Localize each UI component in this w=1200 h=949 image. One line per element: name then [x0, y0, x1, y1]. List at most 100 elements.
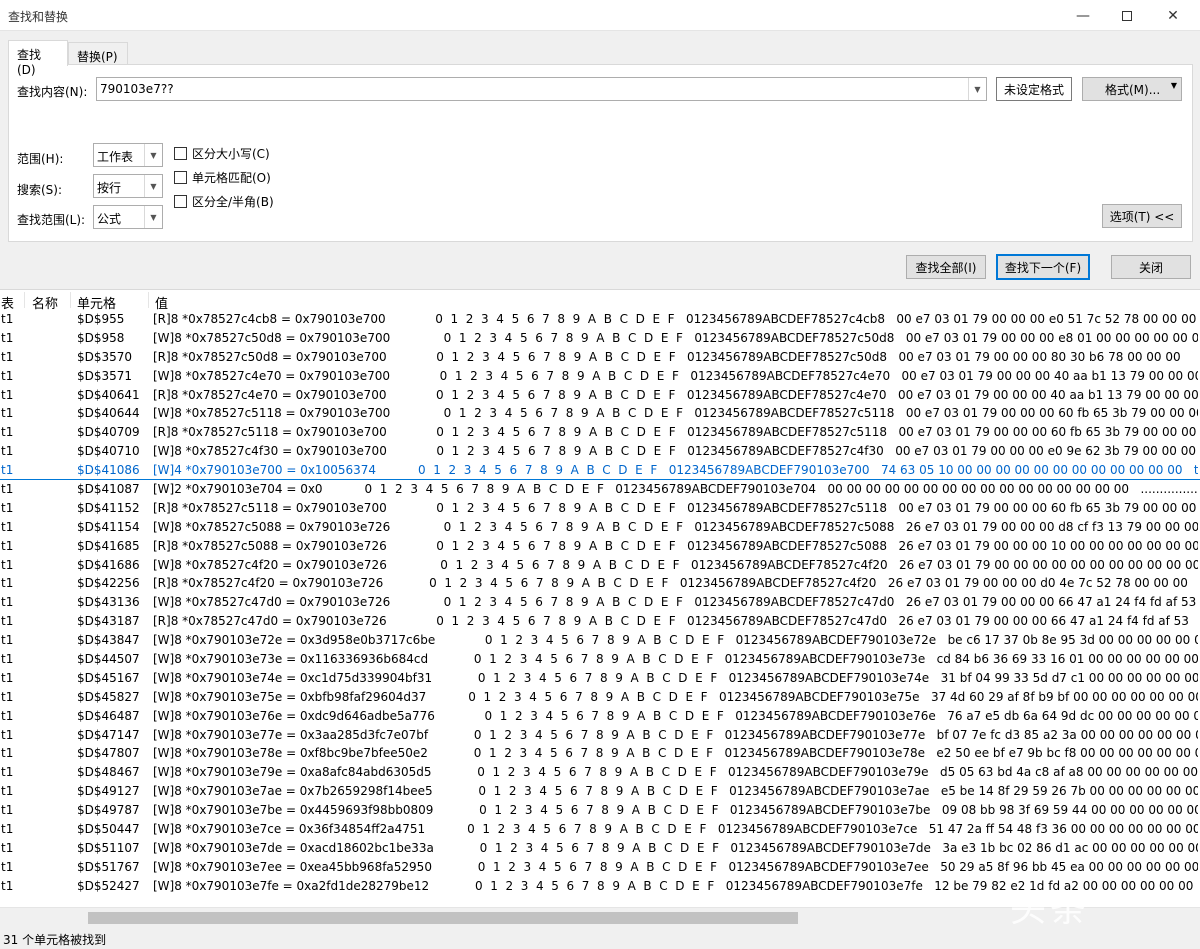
- cell-sheet: t1: [1, 557, 14, 572]
- cell-address: $D$49787: [77, 803, 140, 818]
- table-row[interactable]: t1 $D$43187 [R]8 *0x78527c47d0 = 0x790103e…: [0, 612, 1200, 631]
- table-row[interactable]: t1 $D$49787 [W]8 *0x790103e7be = 0x4459693…: [0, 801, 1200, 820]
- maximize-button[interactable]: [1104, 0, 1150, 31]
- table-row[interactable]: t1 $D$46487 [W]8 *0x790103e76e = 0xdc9d646…: [0, 707, 1200, 726]
- table-row[interactable]: t1 $D$41152 [R]8 *0x78527c5118 = 0x790103e…: [0, 499, 1200, 518]
- chevron-down-icon[interactable]: ▼: [144, 144, 162, 166]
- cell-value: [W]8 *0x78527c4f20 = 0x790103e726 0 1 2 …: [153, 557, 1198, 572]
- cell-sheet: t1: [1, 330, 14, 345]
- checkbox-box: [174, 195, 187, 208]
- cell-value: [W]8 *0x78527c4f30 = 0x790103e700 0 1 2 …: [153, 444, 1196, 459]
- find-all-button[interactable]: 查找全部(I): [906, 255, 986, 279]
- cell-value: [R]8 *0x78527c4f20 = 0x790103e726 0 1 2 …: [153, 576, 1198, 591]
- table-row[interactable]: t1 $D$44507 [W]8 *0x790103e73e = 0x1163369…: [0, 650, 1200, 669]
- cell-sheet: t1: [1, 878, 14, 893]
- cell-address: $D$42256: [77, 576, 140, 591]
- look-in-select[interactable]: 公式 ▼: [93, 205, 163, 229]
- cell-sheet: t1: [1, 595, 14, 610]
- table-row[interactable]: t1 $D$41087 [W]2 *0x790103e704 = 0x0 0 1 2…: [0, 480, 1200, 499]
- cell-sheet: t1: [1, 482, 14, 497]
- table-row[interactable]: t1 $D$51107 [W]8 *0x790103e7de = 0xacd1860…: [0, 839, 1200, 858]
- cell-value: [W]8 *0x790103e7ae = 0x7b2659298f14bee5 …: [153, 784, 1198, 799]
- close-button[interactable]: 关闭: [1111, 255, 1191, 279]
- cell-sheet: t1: [1, 387, 14, 402]
- chevron-down-icon[interactable]: ▼: [968, 78, 986, 100]
- table-row[interactable]: t1 $D$40644 [W]8 *0x78527c5118 = 0x790103e…: [0, 404, 1200, 423]
- cell-sheet: t1: [1, 406, 14, 421]
- minimize-button[interactable]: —: [1060, 0, 1106, 31]
- table-row[interactable]: t1 $D$41086 [W]4 *0x790103e700 = 0x1005637…: [0, 461, 1200, 481]
- cell-address: $D$47147: [77, 727, 140, 742]
- cell-address: $D$51767: [77, 859, 140, 874]
- find-what-input[interactable]: 790103e7?? ▼: [96, 77, 987, 101]
- format-button[interactable]: 格式(M)... ▼: [1082, 77, 1182, 101]
- dropdown-arrow-icon: ▼: [1170, 81, 1177, 90]
- cell-value: [W]8 *0x790103e7de = 0xacd18602bc1be33a …: [153, 840, 1198, 855]
- table-row[interactable]: t1 $D$48467 [W]8 *0x790103e79e = 0xa8afc84…: [0, 763, 1200, 782]
- cell-value: [W]8 *0x790103e74e = 0xc1d75d339904bf31 …: [153, 670, 1198, 685]
- table-row[interactable]: t1 $D$41685 [R]8 *0x78527c5088 = 0x790103e…: [0, 537, 1200, 556]
- cell-address: $D$40644: [77, 406, 140, 421]
- table-row[interactable]: t1 $D$43136 [W]8 *0x78527c47d0 = 0x790103e…: [0, 593, 1200, 612]
- cell-sheet: t1: [1, 368, 14, 383]
- table-row[interactable]: t1 $D$955 [R]8 *0x78527c4cb8 = 0x790103e70…: [0, 310, 1200, 329]
- tab-replace[interactable]: 替换(P): [68, 42, 128, 65]
- find-next-button[interactable]: 查找下一个(F): [996, 254, 1090, 280]
- minimize-icon: —: [1076, 7, 1090, 24]
- tab-find[interactable]: 查找(D): [8, 40, 68, 77]
- cell-value: [R]8 *0x78527c5118 = 0x790103e700 0 1 2 …: [153, 500, 1197, 515]
- cell-sheet: t1: [1, 765, 14, 780]
- table-row[interactable]: t1 $D$41154 [W]8 *0x78527c5088 = 0x790103e…: [0, 518, 1200, 537]
- find-panel: 查找内容(N): 790103e7?? ▼ 未设定格式 格式(M)... ▼ 范…: [8, 64, 1193, 242]
- cell-address: $D$50447: [77, 822, 140, 837]
- scope-value: 工作表: [97, 150, 134, 164]
- table-row[interactable]: t1 $D$40710 [W]8 *0x78527c4f30 = 0x790103e…: [0, 442, 1200, 461]
- table-row[interactable]: t1 $D$45827 [W]8 *0x790103e75e = 0xbfb98fa…: [0, 688, 1200, 707]
- table-row[interactable]: t1 $D$958 [W]8 *0x78527c50d8 = 0x790103e70…: [0, 329, 1200, 348]
- table-row[interactable]: t1 $D$42256 [R]8 *0x78527c4f20 = 0x790103e…: [0, 574, 1200, 593]
- table-row[interactable]: t1 $D$40709 [R]8 *0x78527c5118 = 0x790103e…: [0, 423, 1200, 442]
- options-toggle-button[interactable]: 选项(T) <<: [1102, 204, 1182, 228]
- table-row[interactable]: t1 $D$3570 [R]8 *0x78527c50d8 = 0x790103e7…: [0, 348, 1200, 367]
- cell-address: $D$47807: [77, 746, 140, 761]
- cell-value: [R]8 *0x78527c5088 = 0x790103e726 0 1 2 …: [153, 538, 1198, 553]
- table-row[interactable]: t1 $D$45167 [W]8 *0x790103e74e = 0xc1d75d3…: [0, 669, 1200, 688]
- cell-address: $D$45827: [77, 689, 140, 704]
- chevron-down-icon[interactable]: ▼: [144, 206, 162, 228]
- table-row[interactable]: t1 $D$49127 [W]8 *0x790103e7ae = 0x7b26592…: [0, 782, 1200, 801]
- table-row[interactable]: t1 $D$51767 [W]8 *0x790103e7ee = 0xea45bb9…: [0, 858, 1200, 877]
- status-text: 31 个单元格被找到: [3, 933, 107, 947]
- column-divider: [24, 292, 25, 308]
- chevron-down-icon[interactable]: ▼: [144, 175, 162, 197]
- cell-sheet: t1: [1, 689, 14, 704]
- cell-sheet: t1: [1, 614, 14, 629]
- cell-sheet: t1: [1, 425, 14, 440]
- format-button-label: 格式(M)...: [1105, 82, 1161, 97]
- close-window-button[interactable]: ✕: [1150, 0, 1196, 31]
- table-row[interactable]: t1 $D$47147 [W]8 *0x790103e77e = 0x3aa285d…: [0, 726, 1200, 745]
- cell-address: $D$51107: [77, 840, 140, 855]
- cell-value: [W]8 *0x790103e7be = 0x4459693f98bb0809 …: [153, 803, 1198, 818]
- match-entire-cell-checkbox[interactable]: 单元格匹配(O): [174, 169, 271, 186]
- table-row[interactable]: t1 $D$50447 [W]8 *0x790103e7ce = 0x36f3485…: [0, 820, 1200, 839]
- results-list[interactable]: 表 名称 单元格 值 t1 $D$955 [R]8 *0x78527c4cb8 = …: [0, 289, 1200, 907]
- cell-address: $D$41685: [77, 538, 140, 553]
- cell-address: $D$955: [77, 312, 125, 326]
- cell-address: $D$3571: [77, 368, 133, 383]
- search-order-select[interactable]: 按行 ▼: [93, 174, 163, 198]
- cell-sheet: t1: [1, 576, 14, 591]
- table-row[interactable]: t1 $D$43847 [W]8 *0x790103e72e = 0x3d958e0…: [0, 631, 1200, 650]
- match-byte-width-checkbox[interactable]: 区分全/半角(B): [174, 193, 274, 210]
- table-row[interactable]: t1 $D$47807 [W]8 *0x790103e78e = 0xf8bc9be…: [0, 744, 1200, 763]
- cell-sheet: t1: [1, 803, 14, 818]
- cell-sheet: t1: [1, 840, 14, 855]
- table-row[interactable]: t1 $D$3571 [W]8 *0x78527c4e70 = 0x790103e7…: [0, 367, 1200, 386]
- scope-select[interactable]: 工作表 ▼: [93, 143, 163, 167]
- table-row[interactable]: t1 $D$41686 [W]8 *0x78527c4f20 = 0x790103e…: [0, 556, 1200, 575]
- cell-value: [W]8 *0x790103e7ee = 0xea45bb968fa52950 …: [153, 859, 1198, 874]
- table-row[interactable]: t1 $D$40641 [R]8 *0x78527c4e70 = 0x790103e…: [0, 386, 1200, 405]
- cell-value: [W]8 *0x790103e7ce = 0x36f34854ff2a4751 …: [153, 822, 1198, 837]
- scrollbar-thumb[interactable]: [88, 912, 798, 924]
- match-case-checkbox[interactable]: 区分大小写(C): [174, 145, 270, 162]
- cell-value: [W]8 *0x78527c47d0 = 0x790103e726 0 1 2 …: [153, 595, 1198, 610]
